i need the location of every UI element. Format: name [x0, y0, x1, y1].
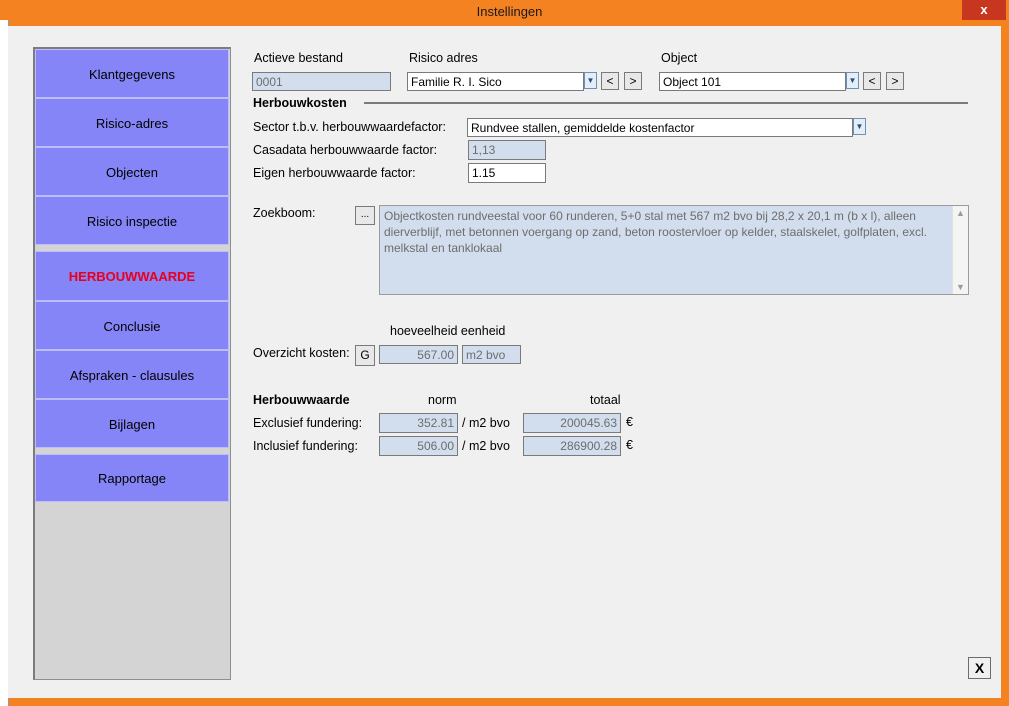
scroll-up-icon[interactable]: ▲: [953, 208, 968, 218]
object-label: Object: [661, 51, 698, 65]
zoekboom-label: Zoekboom:: [253, 206, 316, 220]
object-next-button[interactable]: >: [886, 72, 904, 90]
object-select[interactable]: Object 101: [659, 72, 846, 91]
section-divider: [364, 102, 968, 104]
sector-select[interactable]: Rundvee stallen, gemiddelde kostenfactor: [467, 118, 853, 137]
window-title: Instellingen: [476, 4, 543, 19]
herbouwwaarde-heading: Herbouwwaarde: [253, 393, 350, 407]
hoeveelheid-eenheid-header: hoeveelheid eenheid: [390, 324, 506, 338]
close-button[interactable]: X: [968, 657, 991, 679]
hoeveelheid-field[interactable]: 567.00: [379, 345, 458, 364]
sector-dropdown-button[interactable]: ▼: [853, 118, 866, 135]
risico-adres-next-button[interactable]: >: [624, 72, 642, 90]
risico-adres-prev-button[interactable]: <: [601, 72, 619, 90]
zoekboom-scrollbar[interactable]: ▲ ▼: [952, 206, 968, 294]
window-close-button[interactable]: x: [962, 0, 1006, 20]
exclusief-currency: €: [626, 415, 633, 429]
nav-klantgegevens[interactable]: Klantgegevens: [35, 49, 229, 98]
overzicht-g-button[interactable]: G: [355, 345, 375, 366]
risico-adres-select[interactable]: Familie R. I. Sico: [407, 72, 584, 91]
nav-objecten[interactable]: Objecten: [35, 147, 229, 196]
nav-bijlagen[interactable]: Bijlagen: [35, 399, 229, 448]
inclusief-currency: €: [626, 438, 633, 452]
nav-rapportage[interactable]: Rapportage: [35, 454, 229, 502]
inclusief-norm-field[interactable]: 506.00: [379, 436, 458, 456]
risico-adres-label: Risico adres: [409, 51, 478, 65]
exclusief-totaal-field[interactable]: 200045.63: [523, 413, 621, 433]
inclusief-unit: / m2 bvo: [462, 439, 510, 453]
overzicht-kosten-label: Overzicht kosten:: [253, 346, 350, 360]
eigen-factor-input[interactable]: 1.15: [468, 163, 546, 183]
totaal-header: totaal: [590, 393, 621, 407]
actieve-bestand-field[interactable]: 0001: [252, 72, 391, 91]
nav-conclusie[interactable]: Conclusie: [35, 301, 229, 350]
herbouwkosten-heading: Herbouwkosten: [253, 96, 347, 110]
nav-risico-inspectie[interactable]: Risico inspectie: [35, 196, 229, 245]
object-prev-button[interactable]: <: [863, 72, 881, 90]
exclusief-norm-field[interactable]: 352.81: [379, 413, 458, 433]
scroll-down-icon[interactable]: ▼: [953, 282, 968, 292]
inclusief-totaal-field[interactable]: 286900.28: [523, 436, 621, 456]
nav-herbouwwaarde[interactable]: HERBOUWWAARDE: [35, 251, 229, 301]
eenheid-field[interactable]: m2 bvo: [462, 345, 521, 364]
exclusief-fundering-label: Exclusief fundering:: [253, 416, 363, 430]
zoekboom-description[interactable]: Objectkosten rundveestal voor 60 rundere…: [379, 205, 969, 295]
object-dropdown-button[interactable]: ▼: [846, 72, 859, 89]
sector-label: Sector t.b.v. herbouwwaardefactor:: [253, 120, 446, 134]
inclusief-fundering-label: Inclusief fundering:: [253, 439, 358, 453]
zoekboom-browse-button[interactable]: ...: [355, 206, 375, 225]
risico-adres-dropdown-button[interactable]: ▼: [584, 72, 597, 89]
norm-header: norm: [428, 393, 457, 407]
eigen-factor-label: Eigen herbouwwaarde factor:: [253, 166, 416, 180]
actieve-bestand-label: Actieve bestand: [254, 51, 343, 65]
casadata-field[interactable]: 1,13: [468, 140, 546, 160]
nav-afspraken-clausules[interactable]: Afspraken - clausules: [35, 350, 229, 399]
casadata-label: Casadata herbouwwaarde factor:: [253, 143, 438, 157]
nav-risico-adres[interactable]: Risico-adres: [35, 98, 229, 147]
exclusief-unit: / m2 bvo: [462, 416, 510, 430]
